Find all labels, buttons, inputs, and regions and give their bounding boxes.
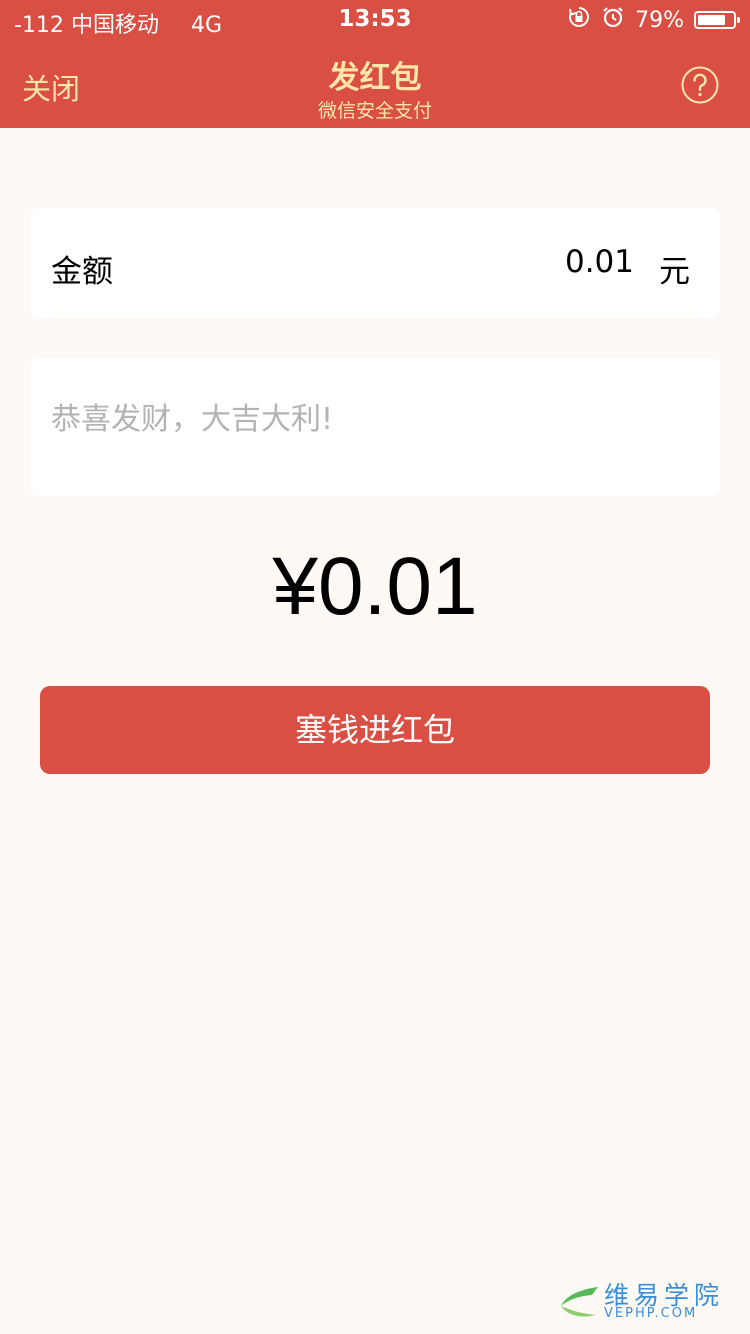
help-icon[interactable]	[681, 66, 719, 104]
leaf-logo-icon	[561, 1287, 598, 1317]
battery-fill	[698, 15, 725, 25]
battery-icon	[694, 11, 740, 29]
watermark: 维易学院 VEPHP.COM	[558, 1274, 738, 1326]
watermark-domain: VEPHP.COM	[604, 1306, 698, 1321]
status-right: 79%	[567, 5, 740, 35]
total-amount: ¥0.01	[272, 541, 478, 632]
status-bar: -112 中国移动 4G 13:53 79%	[0, 0, 750, 40]
message-card	[31, 358, 720, 496]
page-subtitle: 微信安全支付	[317, 100, 432, 122]
battery-percent: 79%	[635, 7, 684, 33]
amount-label: 金额	[51, 254, 113, 290]
amount-unit: 元	[659, 254, 690, 290]
submit-button[interactable]: 塞钱进红包	[40, 686, 710, 774]
header: -112 中国移动 4G 13:53 79% 关闭 发红包 微信安全支付	[0, 0, 750, 128]
battery-tip	[737, 17, 740, 23]
alarm-icon	[601, 5, 625, 35]
amount-input[interactable]	[414, 244, 634, 280]
amount-card: 金额 元	[31, 208, 720, 318]
page-title: 发红包	[328, 60, 422, 96]
message-input[interactable]	[51, 394, 691, 474]
orientation-lock-icon	[567, 5, 591, 35]
